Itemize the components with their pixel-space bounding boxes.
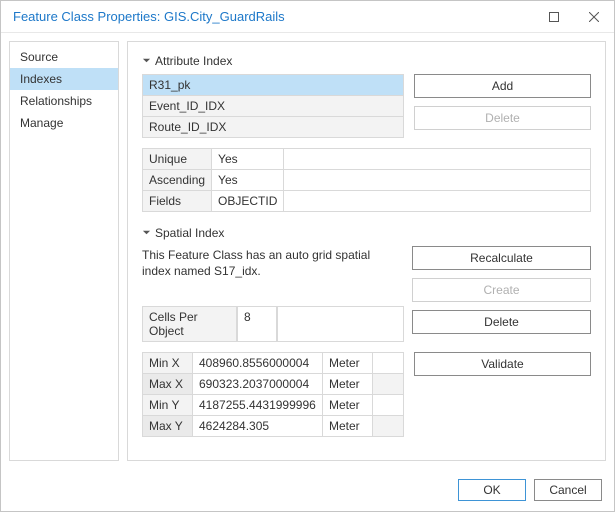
extent-unit: Meter [323, 374, 373, 395]
extent-label: Min Y [143, 395, 193, 416]
empty-cell [277, 306, 404, 342]
fields-value: OBJECTID [212, 191, 284, 212]
delete-spatial-button[interactable]: Delete [412, 310, 591, 334]
chevron-down-icon [142, 226, 151, 240]
add-button[interactable]: Add [414, 74, 591, 98]
validate-col: Validate [414, 352, 591, 376]
extent-unit: Meter [323, 416, 373, 437]
chevron-down-icon [142, 54, 151, 68]
dialog-body: Source Indexes Relationships Manage Attr… [1, 33, 614, 469]
empty-cell [373, 353, 404, 374]
list-item[interactable]: R31_pk [143, 75, 404, 96]
list-item[interactable]: Route_ID_IDX [143, 117, 404, 138]
recalculate-button[interactable]: Recalculate [412, 246, 591, 270]
empty-cell [284, 170, 591, 191]
attribute-index-header[interactable]: Attribute Index [142, 54, 591, 68]
cells-label: Cells Per Object [142, 306, 237, 342]
dialog: Feature Class Properties: GIS.City_Guard… [0, 0, 615, 512]
titlebar: Feature Class Properties: GIS.City_Guard… [1, 1, 614, 33]
validate-button[interactable]: Validate [414, 352, 591, 376]
attribute-index-row: R31_pk Event_ID_IDX Route_ID_IDX Add Del… [142, 74, 591, 138]
attribute-index-buttons: Add Delete [414, 74, 591, 130]
ascending-label: Ascending [143, 170, 212, 191]
fields-label: Fields [143, 191, 212, 212]
main-panel: Attribute Index R31_pk Event_ID_IDX Rout… [127, 41, 606, 461]
unique-value: Yes [212, 149, 284, 170]
empty-cell [373, 395, 404, 416]
spatial-index-buttons: Recalculate Create Delete [412, 246, 591, 334]
close-button[interactable] [574, 1, 614, 33]
cells-per-object-row: Cells Per Object 8 [142, 306, 404, 342]
attribute-index-heading: Attribute Index [155, 54, 232, 68]
dialog-footer: OK Cancel [1, 469, 614, 511]
cancel-button[interactable]: Cancel [534, 479, 602, 501]
spatial-index-description: This Feature Class has an auto grid spat… [142, 248, 402, 279]
sidebar-item-source[interactable]: Source [10, 46, 118, 68]
extent-unit: Meter [323, 353, 373, 374]
cells-value: 8 [237, 306, 277, 342]
attribute-index-props: Unique Yes Ascending Yes Fields OBJECTID [142, 148, 591, 212]
extent-label: Max Y [143, 416, 193, 437]
extent-value: 690323.2037000004 [193, 374, 323, 395]
extent-table: Min X 408960.8556000004 Meter Max X 6903… [142, 352, 404, 437]
extent-label: Min X [143, 353, 193, 374]
spatial-index-header[interactable]: Spatial Index [142, 226, 591, 240]
extent-row: Min X 408960.8556000004 Meter Max X 6903… [142, 352, 591, 437]
empty-cell [373, 416, 404, 437]
delete-attr-button: Delete [414, 106, 591, 130]
unique-label: Unique [143, 149, 212, 170]
spatial-index-section: Spatial Index This Feature Class has an … [142, 226, 591, 437]
sidebar-item-relationships[interactable]: Relationships [10, 90, 118, 112]
maximize-button[interactable] [534, 1, 574, 33]
empty-cell [284, 149, 591, 170]
ascending-value: Yes [212, 170, 284, 191]
close-icon [589, 12, 599, 22]
create-button: Create [412, 278, 591, 302]
window-title: Feature Class Properties: GIS.City_Guard… [13, 9, 534, 24]
list-item[interactable]: Event_ID_IDX [143, 96, 404, 117]
extent-value: 4187255.4431999996 [193, 395, 323, 416]
extent-value: 4624284.305 [193, 416, 323, 437]
attribute-index-list[interactable]: R31_pk Event_ID_IDX Route_ID_IDX [142, 74, 404, 138]
extent-label: Max X [143, 374, 193, 395]
ok-button[interactable]: OK [458, 479, 526, 501]
maximize-icon [549, 12, 559, 22]
sidebar-item-indexes[interactable]: Indexes [10, 68, 118, 90]
sidebar: Source Indexes Relationships Manage [9, 41, 119, 461]
extent-unit: Meter [323, 395, 373, 416]
empty-cell [284, 191, 591, 212]
spatial-index-heading: Spatial Index [155, 226, 224, 240]
sidebar-item-manage[interactable]: Manage [10, 112, 118, 134]
extent-value: 408960.8556000004 [193, 353, 323, 374]
empty-cell [373, 374, 404, 395]
